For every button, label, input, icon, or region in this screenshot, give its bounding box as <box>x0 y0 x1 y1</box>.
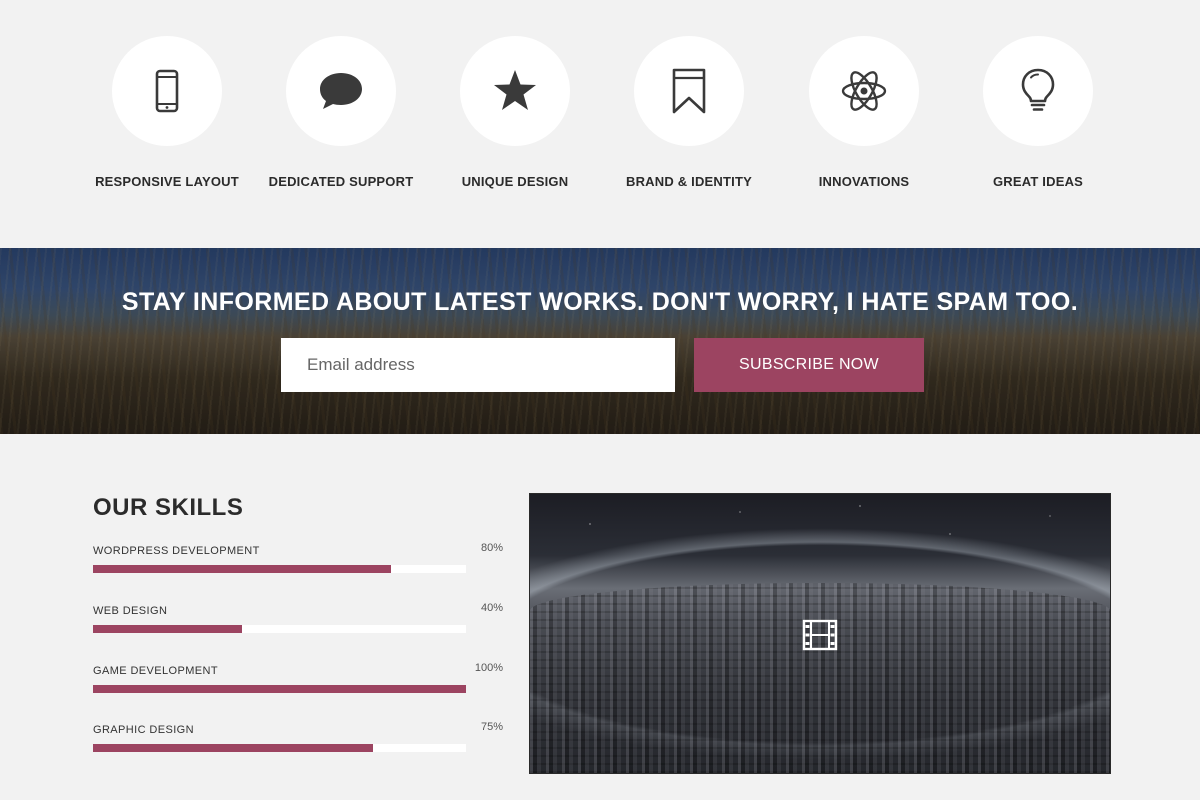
skill-progress-fill <box>93 685 466 693</box>
video-panel[interactable] <box>529 493 1111 774</box>
skill-item: WORDPRESS DEVELOPMENT 80% <box>93 542 503 585</box>
feature-great-ideas[interactable]: GREAT IDEAS <box>951 36 1125 189</box>
feature-circle[interactable] <box>983 36 1093 146</box>
skill-progress-track <box>93 625 466 633</box>
skill-progress-fill <box>93 625 243 633</box>
feature-label: INNOVATIONS <box>818 174 910 189</box>
feature-brand-identity[interactable]: BRAND & IDENTITY <box>602 36 776 189</box>
feature-circle[interactable] <box>112 36 222 146</box>
feature-dedicated-support[interactable]: DEDICATED SUPPORT <box>254 36 428 189</box>
feature-circle[interactable] <box>286 36 396 146</box>
lightbulb-icon <box>1021 68 1055 111</box>
skill-percent: 40% <box>480 602 503 614</box>
feature-circle[interactable] <box>634 36 744 146</box>
feature-circle[interactable] <box>460 36 570 146</box>
video-play-button[interactable] <box>802 617 838 653</box>
skill-progress-track <box>93 744 466 752</box>
film-icon <box>802 619 838 651</box>
feature-responsive-layout[interactable]: RESPONSIVE LAYOUT <box>80 36 254 189</box>
skill-progress-track <box>93 685 466 693</box>
subscribe-headline: STAY INFORMED ABOUT LATEST WORKS. DON'T … <box>121 288 1079 316</box>
skill-percent: 100% <box>474 662 503 674</box>
skill-name: GAME DEVELOPMENT <box>93 665 218 677</box>
feature-innovations[interactable]: INNOVATIONS <box>777 36 951 189</box>
smartphone-icon <box>155 69 179 113</box>
skill-percent: 80% <box>480 542 503 554</box>
skill-progress-fill <box>93 565 392 573</box>
skill-name: WEB DESIGN <box>93 605 168 617</box>
skill-item: WEB DESIGN 40% <box>93 602 503 645</box>
subscribe-banner: STAY INFORMED ABOUT LATEST WORKS. DON'T … <box>0 248 1200 434</box>
skill-item: GAME DEVELOPMENT 100% <box>93 662 503 705</box>
skill-name: GRAPHIC DESIGN <box>93 724 194 736</box>
feature-label: GREAT IDEAS <box>992 174 1084 189</box>
skill-progress-track <box>93 565 466 573</box>
skill-item: GRAPHIC DESIGN 75% <box>93 721 503 764</box>
skills-title: OUR SKILLS <box>93 494 244 521</box>
skills-section: OUR SKILLS WORDPRESS DEVELOPMENT 80% WEB… <box>0 434 520 800</box>
feature-circle[interactable] <box>809 36 919 146</box>
speech-bubble-icon <box>320 73 362 109</box>
features-section: RESPONSIVE LAYOUT DEDICATED SUPPORT UNIQ… <box>0 0 1200 248</box>
feature-label: UNIQUE DESIGN <box>461 174 569 189</box>
star-icon <box>494 70 536 110</box>
email-input[interactable] <box>281 338 675 392</box>
subscribe-button[interactable]: SUBSCRIBE NOW <box>694 338 924 392</box>
skill-name: WORDPRESS DEVELOPMENT <box>93 545 260 557</box>
atom-icon <box>841 71 887 111</box>
feature-label: BRAND & IDENTITY <box>626 174 752 189</box>
bookmark-icon <box>672 68 706 114</box>
feature-label: RESPONSIVE LAYOUT <box>95 174 239 189</box>
skill-percent: 75% <box>480 721 503 733</box>
skill-progress-fill <box>93 744 373 752</box>
city-aerial-image <box>530 583 1110 773</box>
feature-unique-design[interactable]: UNIQUE DESIGN <box>428 36 602 189</box>
feature-label: DEDICATED SUPPORT <box>268 174 414 189</box>
